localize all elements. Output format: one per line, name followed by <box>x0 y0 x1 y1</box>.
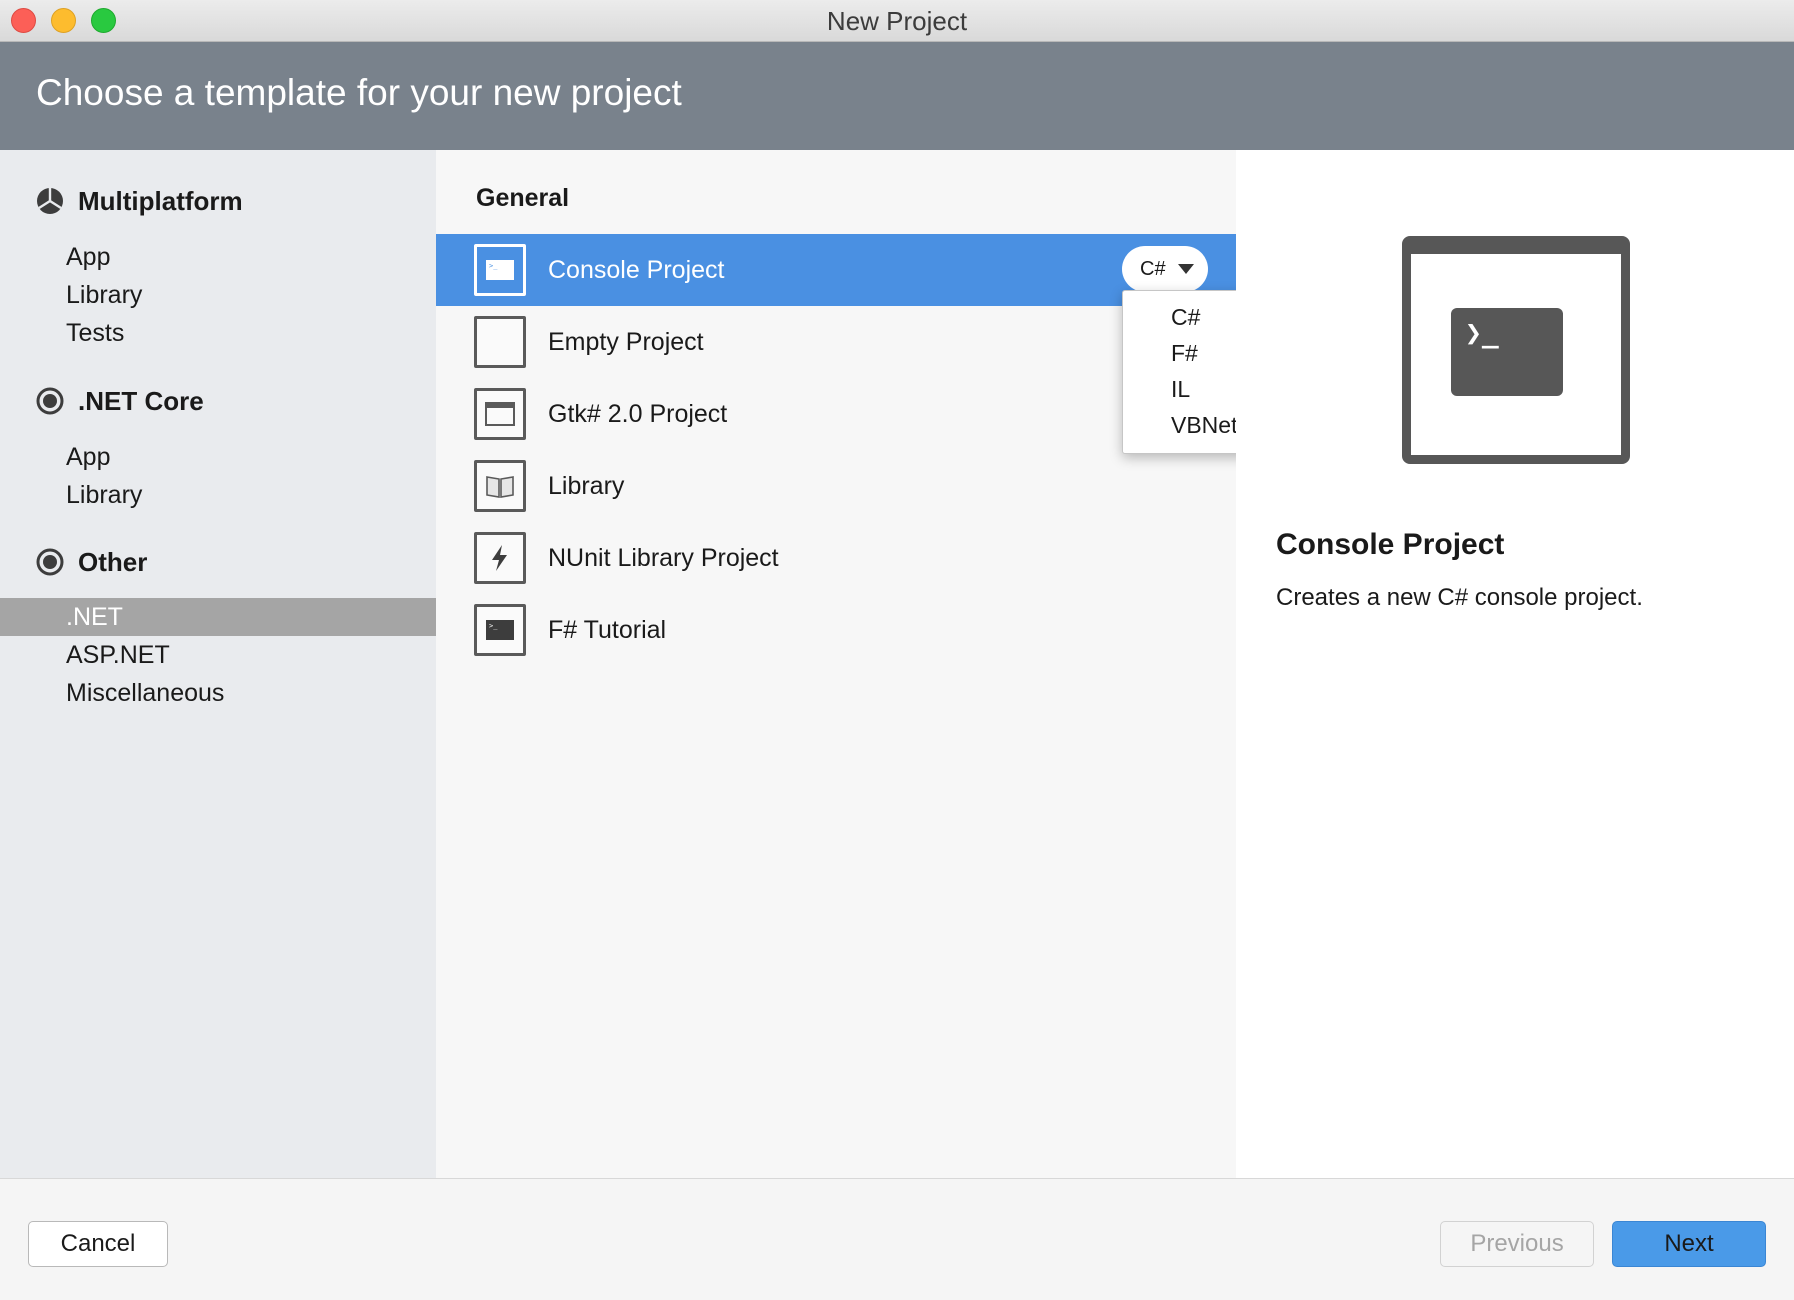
template-gtk-project[interactable]: Gtk# 2.0 Project <box>436 378 1236 450</box>
template-label: NUnit Library Project <box>548 543 779 572</box>
sidebar-item-netcore-library[interactable]: Library <box>0 476 436 514</box>
window-icon <box>474 388 526 440</box>
svg-text:>_: >_ <box>489 622 498 630</box>
category-multiplatform: Multiplatform <box>36 184 243 218</box>
template-label: F# Tutorial <box>548 615 667 644</box>
template-label: Empty Project <box>548 327 704 356</box>
header-banner: Choose a template for your new project <box>0 42 1794 150</box>
previous-button[interactable]: Previous <box>1440 1221 1594 1267</box>
category-net-core: .NET Core <box>36 384 204 418</box>
template-list: General >_ Console Project C# Empty Proj… <box>436 150 1236 1178</box>
category-label: Multiplatform <box>78 185 243 216</box>
template-label: Library <box>548 471 625 500</box>
sidebar-item-other-miscellaneous[interactable]: Miscellaneous <box>0 674 436 712</box>
language-selector[interactable]: C# <box>1122 246 1208 292</box>
category-label: Other <box>78 546 148 577</box>
book-icon <box>474 460 526 512</box>
dialog-footer: Cancel Previous Next <box>0 1178 1794 1300</box>
sidebar-item-other-aspnet[interactable]: ASP.NET <box>0 636 436 674</box>
console-icon: >_ <box>474 604 526 656</box>
template-fsharp-tutorial[interactable]: >_ F# Tutorial <box>436 594 1236 666</box>
category-other: Other <box>36 545 147 579</box>
lightning-icon <box>474 532 526 584</box>
window-title: New Project <box>826 6 968 36</box>
sidebar-item-multiplatform-library[interactable]: Library <box>0 276 436 314</box>
template-library[interactable]: Library <box>436 450 1236 522</box>
console-icon: >_ <box>474 244 526 296</box>
preview-description: Creates a new C# console project. <box>1276 584 1643 611</box>
multiplatform-icon <box>37 188 63 214</box>
radio-circle-icon <box>36 387 64 415</box>
language-selected: C# <box>1140 257 1166 280</box>
category-label: .NET Core <box>78 385 204 416</box>
category-sidebar: Multiplatform App Library Tests .NET Cor… <box>0 150 436 1178</box>
svg-text:>_: >_ <box>489 262 498 270</box>
sidebar-item-netcore-app[interactable]: App <box>0 438 436 476</box>
next-button[interactable]: Next <box>1612 1221 1766 1267</box>
template-preview-panel: ❯_ Console Project Creates a new C# cons… <box>1236 150 1794 1178</box>
section-title: General <box>476 184 570 212</box>
template-empty-project[interactable]: Empty Project <box>436 306 1236 378</box>
page-title: Choose a template for your new project <box>36 72 682 113</box>
chevron-down-icon <box>1177 264 1194 274</box>
template-label: Gtk# 2.0 Project <box>548 399 728 428</box>
template-nunit-library-project[interactable]: NUnit Library Project <box>436 522 1236 594</box>
terminal-prompt-icon: ❯_ <box>1451 308 1563 396</box>
sidebar-item-other-net[interactable]: .NET <box>0 598 436 636</box>
template-console-project[interactable]: >_ Console Project C# <box>436 234 1236 306</box>
empty-project-icon <box>474 316 526 368</box>
preview-title: Console Project <box>1276 528 1505 561</box>
sidebar-item-multiplatform-tests[interactable]: Tests <box>0 314 436 352</box>
window-titlebar: New Project <box>0 0 1794 42</box>
sidebar-item-multiplatform-app[interactable]: App <box>0 238 436 276</box>
preview-window-icon: ❯_ <box>1402 236 1630 464</box>
radio-circle-icon <box>36 548 64 576</box>
template-label: Console Project <box>548 255 725 284</box>
cancel-button[interactable]: Cancel <box>28 1221 168 1267</box>
